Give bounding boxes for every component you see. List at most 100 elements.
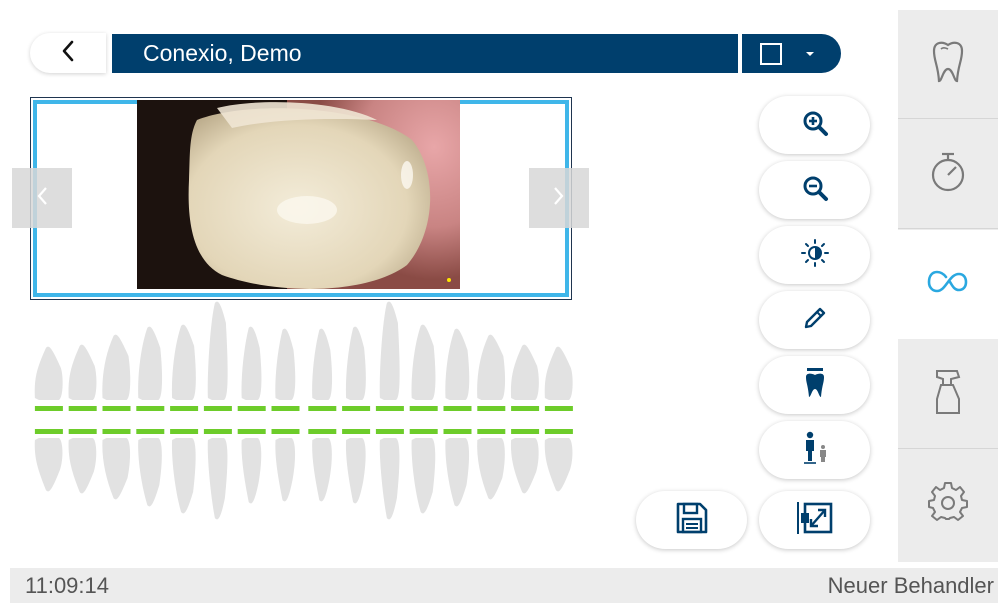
nav-item-treatment[interactable] <box>898 10 998 119</box>
tooth-status-bar <box>136 406 165 411</box>
tooth-status-bar <box>308 406 337 411</box>
patient-name-title: Conexio, Demo <box>112 34 738 73</box>
brightness-contrast-icon <box>800 238 830 273</box>
lower-tooth[interactable] <box>171 438 196 514</box>
tooth-status-bar <box>203 406 232 411</box>
nav-item-connect[interactable] <box>898 230 998 339</box>
upper-tooth[interactable] <box>241 326 262 400</box>
lower-tooth[interactable] <box>34 438 63 492</box>
tooth-status-bar <box>68 429 97 434</box>
lower-tooth[interactable] <box>510 438 539 494</box>
upper-tooth[interactable] <box>68 344 97 400</box>
annotate-button[interactable] <box>759 291 870 349</box>
intraoral-photo <box>137 100 460 289</box>
zoom-in-icon <box>801 109 829 142</box>
tooth-status-bar <box>237 429 266 434</box>
lower-tooth[interactable] <box>445 438 470 507</box>
upper-tooth[interactable] <box>171 324 196 400</box>
tooth-status-bar <box>102 429 131 434</box>
brightness-button[interactable] <box>759 226 870 284</box>
lower-tooth[interactable] <box>379 438 400 520</box>
lower-tooth[interactable] <box>275 438 296 502</box>
tooth-status-bar <box>409 406 438 411</box>
upper-tooth[interactable] <box>345 326 366 400</box>
expand-icon <box>795 501 835 540</box>
upper-tooth[interactable] <box>411 324 436 400</box>
lower-tooth[interactable] <box>345 438 366 504</box>
tooth-status-bar <box>375 406 404 411</box>
tooth-status-bar <box>511 406 540 411</box>
previous-image-button[interactable] <box>12 168 72 228</box>
single-view-square-icon <box>760 42 782 65</box>
save-button[interactable] <box>636 491 747 549</box>
pencil-icon <box>801 304 829 337</box>
person-icon <box>800 431 830 470</box>
upper-tooth[interactable] <box>379 301 400 400</box>
lower-tooth[interactable] <box>241 438 262 504</box>
lower-tooth[interactable] <box>544 438 573 492</box>
tooth-status-bar <box>511 429 540 434</box>
main-area: Conexio, Demo <box>0 0 898 562</box>
zoom-in-button[interactable] <box>759 96 870 154</box>
view-mode-dropdown[interactable] <box>742 34 841 73</box>
upper-tooth[interactable] <box>510 344 539 400</box>
tooth-status-bar <box>68 406 97 411</box>
lower-tooth[interactable] <box>102 438 131 500</box>
zoom-out-button[interactable] <box>759 161 870 219</box>
tooth-status-bar <box>443 429 472 434</box>
back-button[interactable] <box>30 33 106 73</box>
tooth-status-bar <box>34 429 63 434</box>
patient-view-button[interactable] <box>759 421 870 479</box>
tooth-status-bar <box>308 429 337 434</box>
tooth-status-bar <box>477 406 506 411</box>
floppy-disk-icon <box>674 500 710 541</box>
status-bar: 11:09:14 Neuer Behandler <box>10 568 998 603</box>
upper-tooth[interactable] <box>207 301 228 400</box>
lower-tooth[interactable] <box>477 438 505 500</box>
lower-tooth[interactable] <box>207 438 228 520</box>
tooth-status-bar <box>271 406 300 411</box>
tooth-status-bar <box>443 406 472 411</box>
tooth-status-bar <box>170 406 199 411</box>
tooth-status-bar <box>375 429 404 434</box>
upper-tooth[interactable] <box>275 328 296 400</box>
nav-item-settings[interactable] <box>898 450 998 559</box>
lower-tooth[interactable] <box>138 438 162 507</box>
zoom-out-icon <box>801 174 829 207</box>
gear-icon <box>928 482 968 527</box>
tooth-status-bar <box>271 429 300 434</box>
tooth-status-bar <box>544 406 573 411</box>
chevron-right-icon <box>552 185 566 212</box>
tooth-status-bar <box>477 429 506 434</box>
tooth-status-bar <box>544 429 573 434</box>
current-practitioner[interactable]: Neuer Behandler <box>828 568 994 603</box>
tooth-filter-button[interactable] <box>759 356 870 414</box>
fullscreen-button[interactable] <box>759 491 870 549</box>
tooth-status-bar <box>237 406 266 411</box>
nav-item-timer[interactable] <box>898 120 998 229</box>
upper-tooth[interactable] <box>34 346 63 400</box>
image-viewer[interactable] <box>30 97 572 300</box>
chevron-left-icon <box>35 185 49 212</box>
dental-chart[interactable] <box>30 300 575 540</box>
tooth-status-bar <box>342 406 371 411</box>
tooth-icon <box>801 367 829 404</box>
lower-tooth[interactable] <box>411 438 436 514</box>
upper-tooth[interactable] <box>138 326 163 400</box>
next-image-button[interactable] <box>529 168 589 228</box>
tooth-status-bar <box>342 429 371 434</box>
caret-down-icon <box>806 51 814 56</box>
upper-tooth[interactable] <box>102 334 131 400</box>
upper-tooth[interactable] <box>445 328 470 400</box>
tooth-status-bar <box>170 429 199 434</box>
tooth-outline-icon <box>928 39 968 90</box>
nav-item-hygiene[interactable] <box>898 340 998 449</box>
upper-tooth[interactable] <box>544 346 573 400</box>
lower-tooth[interactable] <box>312 438 332 502</box>
upper-tooth[interactable] <box>477 334 506 400</box>
tooth-status-bar <box>102 406 131 411</box>
tooth-status-bar <box>34 406 63 411</box>
lower-tooth[interactable] <box>68 438 97 494</box>
spray-bottle-icon <box>931 369 965 420</box>
upper-tooth[interactable] <box>312 328 333 400</box>
